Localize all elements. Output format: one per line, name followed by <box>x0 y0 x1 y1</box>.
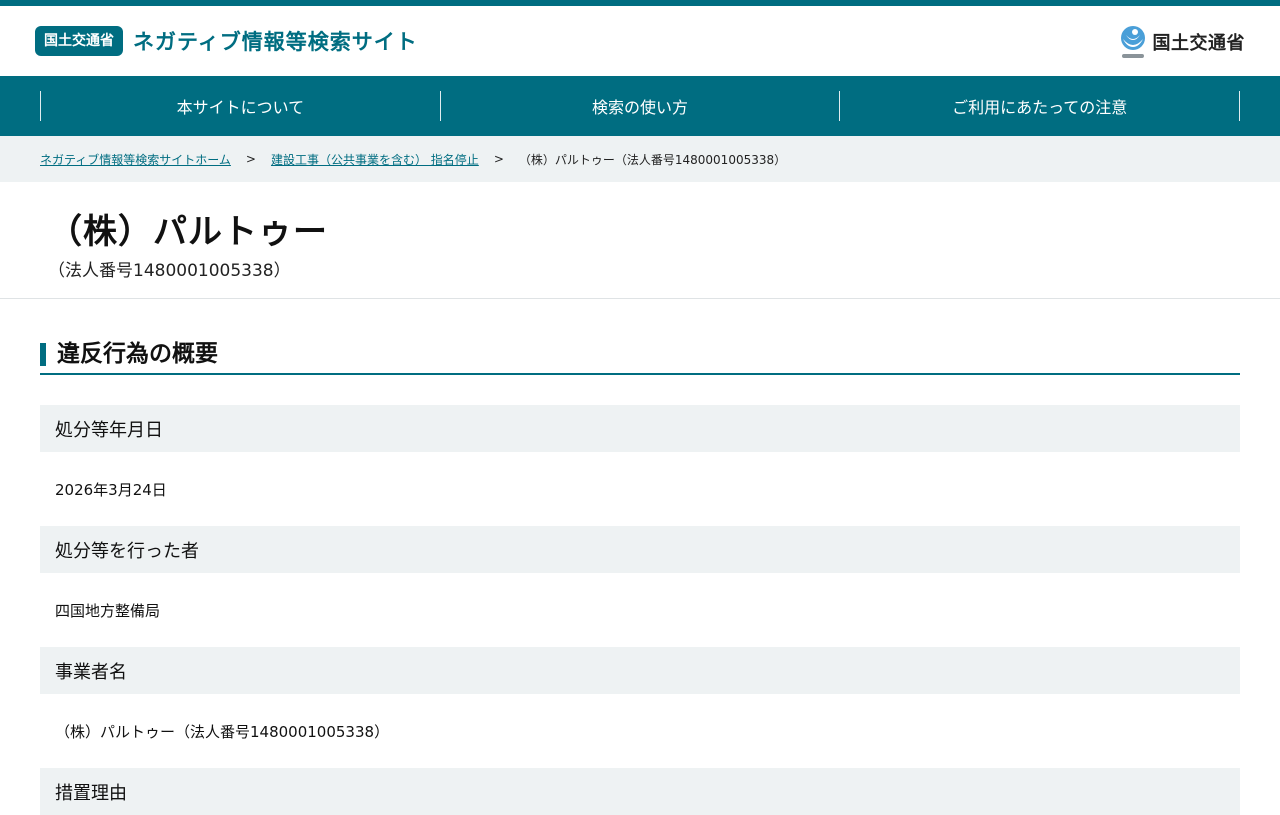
violation-summary-section: 違反行為の概要 処分等年月日 2026年3月24日 処分等を行った者 四国地方整… <box>40 339 1240 815</box>
logo-text: 国土交通省 <box>1152 33 1245 54</box>
breadcrumb-home-link[interactable]: ネガティブ情報等検索サイトホーム <box>40 151 231 168</box>
breadcrumb-separator: > <box>245 152 256 166</box>
global-nav: 本サイトについて 検索の使い方 ご利用にあたっての注意 <box>0 76 1280 136</box>
field-value-authority: 四国地方整備局 <box>55 601 161 620</box>
field-label-reason: 措置理由 <box>40 768 1240 815</box>
section-title: 違反行為の概要 <box>57 341 218 367</box>
site-header: 国土交通省 ネガティブ情報等検索サイト 国土交通省 <box>0 6 1280 76</box>
page-title: （株）パルトゥー <box>48 212 328 252</box>
ministry-emblem-icon <box>1119 25 1147 59</box>
section-heading-bar <box>40 343 46 366</box>
nav-item-how-to-search[interactable]: 検索の使い方 <box>441 91 841 121</box>
field-value-business-name: （株）パルトゥー（法人番号1480001005338） <box>55 722 390 741</box>
site-title: ネガティブ情報等検索サイト <box>133 30 418 54</box>
breadcrumb-separator: > <box>493 152 504 166</box>
nav-item-notes[interactable]: ご利用にあたっての注意 <box>840 91 1241 121</box>
section-heading: 違反行為の概要 <box>40 339 1240 375</box>
corporate-number: （法人番号1480001005338） <box>48 261 291 281</box>
breadcrumb-category-link[interactable]: 建設工事（公共事業を含む） 指名停止 <box>271 151 479 168</box>
breadcrumb-current: （株）パルトゥー（法人番号1480001005338） <box>518 152 787 167</box>
ministry-logo[interactable]: 国土交通省 <box>1119 25 1246 59</box>
field-label-business-name: 事業者名 <box>40 647 1240 694</box>
site-brand[interactable]: 国土交通省 ネガティブ情報等検索サイト <box>35 26 418 56</box>
field-value-disposition-date: 2026年3月24日 <box>55 480 167 499</box>
breadcrumb: ネガティブ情報等検索サイトホーム > 建設工事（公共事業を含む） 指名停止 > … <box>0 136 1280 182</box>
page-heading: （株）パルトゥー （法人番号1480001005338） <box>0 182 1280 299</box>
nav-item-about[interactable]: 本サイトについて <box>41 91 441 121</box>
ministry-badge: 国土交通省 <box>35 26 123 56</box>
field-label-disposition-date: 処分等年月日 <box>40 405 1240 452</box>
field-label-authority: 処分等を行った者 <box>40 526 1240 573</box>
